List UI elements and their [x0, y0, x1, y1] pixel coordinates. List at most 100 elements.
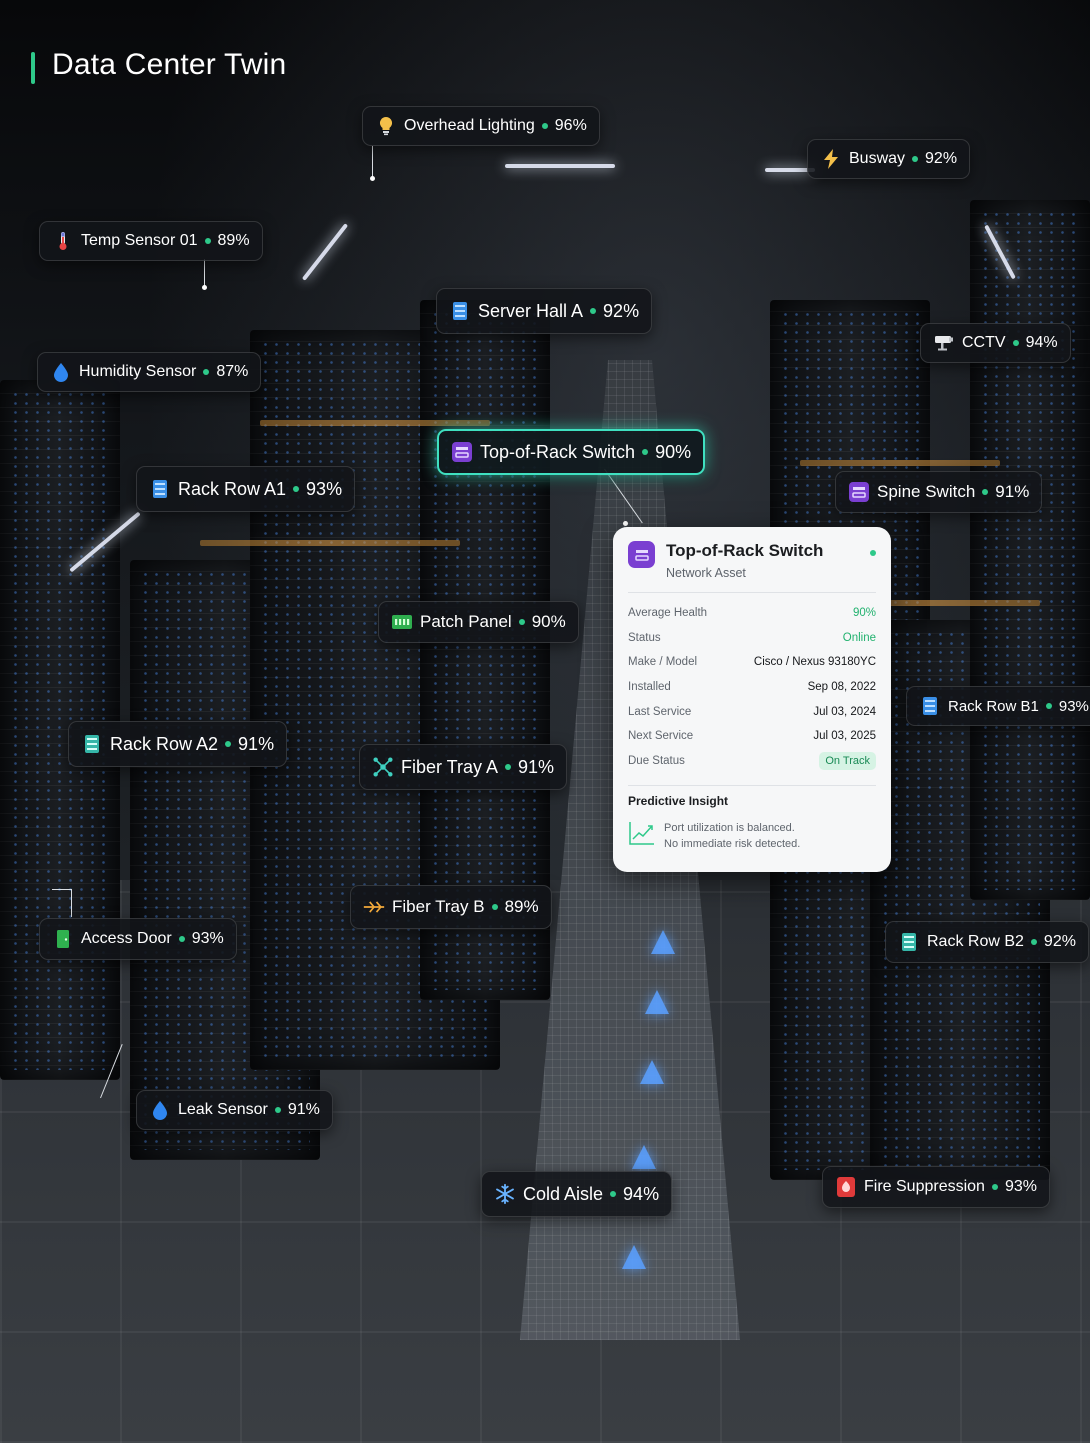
fiber-icon — [363, 896, 385, 918]
tag-label: Server Hall A — [478, 300, 584, 321]
airflow-arrow — [632, 1145, 656, 1169]
patch-panel-icon — [391, 611, 413, 633]
tag-value: 91% — [287, 1101, 320, 1118]
tag-label: Overhead Lighting — [404, 117, 535, 134]
tag-fire-suppression[interactable]: Fire Suppression 93% — [822, 1166, 1050, 1208]
row-label: Next Service — [628, 730, 694, 743]
lightning-icon — [820, 148, 842, 170]
tag-label: Patch Panel — [420, 612, 512, 631]
connector-line — [71, 889, 72, 917]
detail-row-installed: Installed Sep 08, 2022 — [628, 675, 876, 700]
tag-rack-row-a1[interactable]: Rack Row A1 93% — [136, 466, 356, 512]
snowflake-icon — [494, 1183, 516, 1205]
tag-label: Leak Sensor — [178, 1101, 268, 1118]
camera-icon — [933, 332, 955, 354]
tag-top-of-rack-switch[interactable]: Top-of-Rack Switch 90% — [437, 429, 706, 475]
tag-cctv[interactable]: CCTV 94% — [920, 323, 1071, 363]
status-dot — [1030, 939, 1037, 945]
tag-label: Access Door — [81, 930, 172, 947]
tag-value: 90% — [531, 612, 566, 631]
rack-icon — [898, 931, 920, 953]
tag-fiber-tray-b[interactable]: Fiber Tray B 89% — [350, 885, 552, 929]
tag-value: 93% — [191, 930, 224, 947]
tag-server-hall-a[interactable]: Server Hall A 92% — [436, 288, 653, 334]
insight-text: Port utilization is balanced. No immedia… — [664, 820, 800, 852]
page-title: Data Center Twin — [52, 48, 287, 81]
status-dot — [203, 369, 210, 375]
status-dot — [204, 238, 211, 244]
insight-line: No immediate risk detected. — [664, 838, 801, 851]
status-dot — [991, 1184, 998, 1190]
tag-access-door[interactable]: Access Door 93% — [39, 918, 237, 960]
row-label: Due Status — [628, 754, 685, 767]
tag-rack-row-b2[interactable]: Rack Row B2 92% — [885, 921, 1089, 963]
status-dot — [541, 123, 548, 129]
tag-value: 96% — [554, 117, 587, 134]
tag-patch-panel[interactable]: Patch Panel 90% — [378, 601, 579, 643]
connector-node — [202, 285, 207, 290]
tag-humidity-sensor[interactable]: Humidity Sensor 87% — [37, 352, 262, 392]
tag-label: Busway — [849, 150, 906, 167]
tag-value: 89% — [504, 897, 539, 916]
network-icon — [372, 756, 394, 778]
row-label: Average Health — [628, 607, 708, 620]
tag-overhead-lighting[interactable]: Overhead Lighting 96% — [362, 106, 600, 146]
tag-spine-switch[interactable]: Spine Switch 91% — [835, 471, 1043, 513]
row-value: Jul 03, 2025 — [813, 730, 876, 743]
detail-row-average-health: Average Health 90% — [628, 601, 876, 626]
tag-rack-row-a2[interactable]: Rack Row A2 91% — [68, 721, 288, 767]
rack-icon — [919, 695, 941, 717]
airflow-arrow — [622, 1245, 646, 1269]
rack-icon — [81, 733, 103, 755]
status-dot — [982, 489, 989, 495]
card-header: Top-of-Rack Switch Network Asset — [628, 541, 876, 580]
tag-temp-sensor-01[interactable]: Temp Sensor 01 89% — [39, 221, 263, 261]
connector-node — [370, 176, 375, 181]
row-label: Installed — [628, 681, 671, 694]
row-label: Make / Model — [628, 656, 698, 669]
status-dot — [870, 550, 876, 556]
status-dot — [274, 1107, 281, 1113]
row-label: Last Service — [628, 705, 692, 718]
tag-value: 91% — [238, 733, 275, 754]
tag-label: Fire Suppression — [864, 1178, 985, 1195]
tag-rack-row-b1[interactable]: Rack Row B1 93% — [906, 686, 1090, 726]
tag-fiber-tray-a[interactable]: Fiber Tray A 91% — [359, 744, 568, 790]
detail-row-last-service: Last Service Jul 03, 2024 — [628, 699, 876, 724]
wall-panels-right — [970, 200, 1090, 900]
switch-icon — [848, 481, 870, 503]
status-dot — [1045, 703, 1052, 709]
status-dot — [610, 1191, 617, 1197]
tag-label: Rack Row A2 — [110, 733, 219, 754]
tag-leak-sensor[interactable]: Leak Sensor 91% — [136, 1090, 333, 1130]
connector-line — [204, 259, 205, 287]
status-dot — [642, 449, 649, 455]
tag-value: 90% — [655, 441, 692, 462]
server-icon — [449, 300, 471, 322]
asset-detail-card: Top-of-Rack Switch Network Asset Average… — [613, 527, 891, 872]
tag-value: 93% — [306, 478, 343, 499]
fire-extinguisher-icon — [835, 1176, 857, 1198]
data-center-scene: Data Center Twin Overhead Lighting 96% B… — [0, 0, 1090, 1443]
tag-label: Rack Row B1 — [948, 697, 1039, 715]
droplet-icon — [50, 361, 72, 383]
card-title: Top-of-Rack Switch — [666, 541, 824, 560]
switch-icon — [628, 541, 655, 568]
tag-value: 89% — [217, 232, 250, 249]
trend-chart-icon — [628, 820, 656, 851]
tag-cold-aisle[interactable]: Cold Aisle 94% — [481, 1171, 673, 1217]
detail-row-status: Status Online — [628, 626, 876, 651]
title-accent-bar — [31, 52, 35, 84]
cable-tray — [260, 420, 490, 426]
cable-tray — [800, 460, 1000, 466]
status-dot — [590, 308, 597, 314]
card-subtitle: Network Asset — [666, 566, 746, 580]
ceiling-light — [505, 164, 615, 168]
row-value: 90% — [852, 607, 876, 620]
status-dot — [505, 764, 512, 770]
detail-row-make-model: Make / Model Cisco / Nexus 93180YC — [628, 650, 876, 675]
tag-value: 94% — [623, 1183, 660, 1204]
tag-label: Humidity Sensor — [79, 363, 197, 380]
tag-busway[interactable]: Busway 92% — [807, 139, 971, 179]
tag-value: 93% — [1058, 697, 1089, 715]
